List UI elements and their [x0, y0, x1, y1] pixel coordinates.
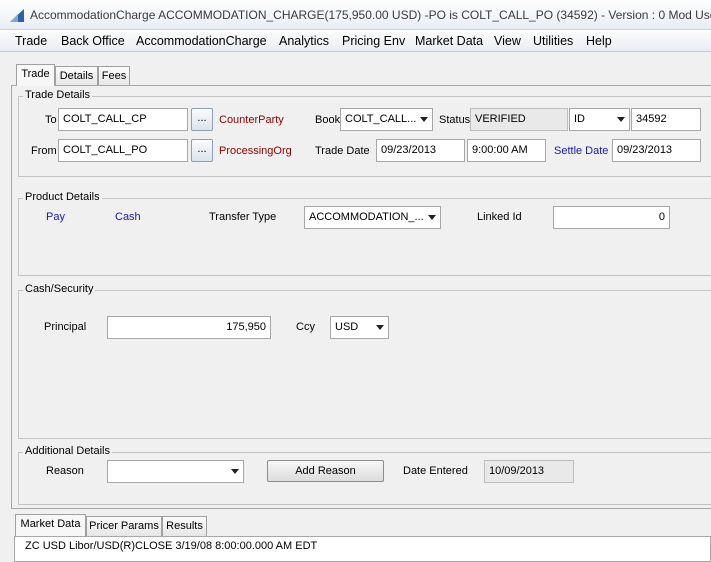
book-select[interactable]: COLT_CALL... [340, 108, 433, 131]
id-type-select[interactable]: ID [569, 108, 630, 131]
principal-field[interactable]: 175,950 [107, 316, 271, 339]
additional-details-title: Additional Details [23, 445, 112, 457]
chevron-down-icon [231, 469, 239, 474]
chevron-down-icon [420, 117, 428, 122]
chevron-down-icon [428, 215, 436, 220]
processingorg-label: ProcessingOrg [219, 145, 292, 157]
menu-analytics[interactable]: Analytics [279, 34, 329, 48]
linked-id-label: Linked Id [477, 211, 522, 223]
to-field[interactable]: COLT_CALL_CP [58, 108, 188, 131]
status-field: VERIFIED [470, 108, 568, 131]
cash-security-title: Cash/Security [23, 283, 96, 295]
id-type-value: ID [574, 113, 585, 125]
market-data-list[interactable]: ZC USD Libor/USD(R)CLOSE 3/19/08 8:00:00… [14, 536, 711, 562]
trade-date-field[interactable]: 09/23/2013 [376, 139, 465, 162]
menu-bar: Trade Back Office AccommodationCharge An… [0, 30, 711, 52]
counterparty-label: CounterParty [219, 114, 284, 126]
from-field[interactable]: COLT_CALL_PO [58, 139, 188, 162]
tab-trade[interactable]: Trade [16, 64, 55, 86]
cash-label[interactable]: Cash [115, 211, 141, 223]
trade-date-label: Trade Date [315, 145, 370, 157]
menu-help[interactable]: Help [586, 34, 612, 48]
product-details-title: Product Details [23, 191, 102, 203]
ccy-select[interactable]: USD [330, 316, 389, 339]
menu-utilities[interactable]: Utilities [533, 34, 573, 48]
add-reason-button[interactable]: Add Reason [267, 460, 384, 482]
trade-details-title: Trade Details [23, 89, 93, 101]
menu-accommodation-charge[interactable]: AccommodationCharge [136, 34, 267, 48]
settle-date-field[interactable]: 09/23/2013 [612, 139, 701, 162]
chevron-down-icon [617, 117, 625, 122]
date-entered-field: 10/09/2013 [484, 460, 574, 483]
ccy-value: USD [335, 321, 359, 333]
list-item[interactable]: ZC USD Libor/USD(R)CLOSE 3/19/08 8:00:00… [25, 540, 317, 552]
tab-results[interactable]: Results [162, 516, 207, 536]
cash-security-group: Cash/Security [18, 283, 711, 439]
menu-market-data[interactable]: Market Data [415, 34, 483, 48]
tab-pricer-params[interactable]: Pricer Params [86, 516, 162, 536]
transfer-type-label: Transfer Type [209, 211, 277, 223]
reason-label: Reason [46, 465, 84, 477]
window-title: AccommodationCharge ACCOMMODATION_CHARGE… [30, 8, 711, 22]
from-label: From [31, 145, 57, 157]
tab-fees[interactable]: Fees [98, 66, 130, 86]
transfer-type-value: ACCOMMODATION_... [309, 211, 424, 223]
menu-back-office[interactable]: Back Office [61, 34, 125, 48]
principal-label: Principal [44, 321, 87, 333]
settle-date-label[interactable]: Settle Date [554, 145, 608, 157]
status-label: Status [439, 114, 471, 126]
book-label: Book [315, 114, 341, 126]
menu-pricing-env[interactable]: Pricing Env [342, 34, 405, 48]
id-field[interactable]: 34592 [631, 108, 701, 131]
ccy-label: Ccy [296, 321, 315, 333]
linked-id-field[interactable]: 0 [553, 206, 670, 229]
tab-details[interactable]: Details [55, 66, 98, 86]
to-label: To [45, 114, 57, 126]
from-lookup-button[interactable]: ... [191, 139, 213, 162]
to-lookup-button[interactable]: ... [191, 108, 213, 131]
tab-market-data[interactable]: Market Data [15, 514, 86, 536]
book-value: COLT_CALL... [345, 113, 417, 125]
chevron-down-icon [376, 325, 384, 330]
pay-label[interactable]: Pay [46, 211, 65, 223]
date-entered-label: Date Entered [403, 465, 468, 477]
transfer-type-select[interactable]: ACCOMMODATION_... [304, 206, 441, 229]
menu-view[interactable]: View [494, 34, 521, 48]
reason-select[interactable] [107, 460, 244, 483]
title-bar: AccommodationCharge ACCOMMODATION_CHARGE… [0, 0, 711, 30]
trade-time-field[interactable]: 9:00:00 AM [467, 139, 546, 162]
app-logo-icon [10, 9, 24, 22]
menu-trade[interactable]: Trade [15, 34, 47, 48]
